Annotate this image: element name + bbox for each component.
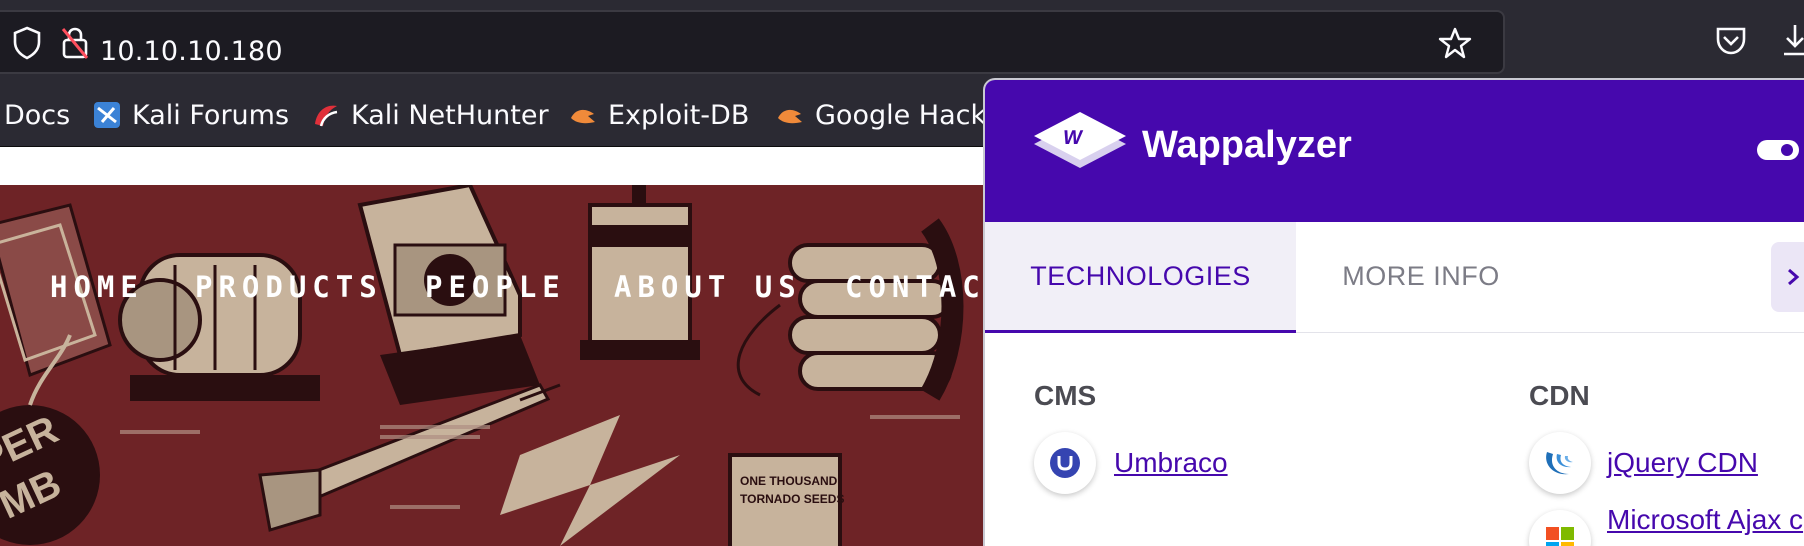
browser-toolbar: 10.10.10.180 [0,0,1804,84]
tech-umbraco-link[interactable]: Umbraco [1114,447,1228,479]
wappalyzer-brand: Wappalyzer [1142,124,1352,166]
export-button[interactable] [1771,242,1804,312]
nav-people[interactable]: PEOPLE [425,270,566,304]
download-icon[interactable] [1780,22,1804,58]
shield-icon[interactable] [12,26,42,60]
bookmark-label: Docs [4,99,71,131]
page-top-strip [0,147,1000,185]
exploit-db-icon [571,109,595,124]
nav-home[interactable]: HOME [50,270,144,304]
svg-text:ONE THOUSAND: ONE THOUSAND [740,474,838,488]
svg-text:W: W [1061,127,1084,149]
bookmark-label: Kali NetHunter [351,99,549,131]
insecure-lock-icon[interactable] [60,26,90,60]
nav-contact[interactable]: CONTACT [845,270,1000,304]
bookmark-label: Kali Forums [132,99,290,131]
svg-text:TORNADO SEEDS: TORNADO SEEDS [740,492,844,506]
wappalyzer-logo-icon: W [1034,112,1126,168]
microsoft-icon [1529,510,1591,546]
umbraco-icon [1034,432,1096,494]
url-bar[interactable]: 10.10.10.180 [0,10,1505,74]
jquery-icon [1529,432,1591,494]
tab-more-info-label: MORE INFO [1342,260,1500,291]
exploit-db-icon [778,109,802,124]
category-cms-title: CMS [1034,380,1097,411]
nav-products[interactable]: PRODUCTS [195,270,383,304]
popup-header: W Wappalyzer [985,80,1804,222]
wappalyzer-popup: W Wappalyzer TECHNOLOGIES MORE INFO CMS [983,78,1804,546]
tab-technologies[interactable]: TECHNOLOGIES [985,222,1296,333]
bookmark-kali-forums[interactable]: Kali Forums [92,84,289,146]
kali-forums-icon [94,102,120,128]
url-text[interactable]: 10.10.10.180 [100,36,283,67]
tab-technologies-label: TECHNOLOGIES [1030,260,1251,291]
pocket-icon[interactable] [1714,25,1748,57]
popup-tabs: TECHNOLOGIES MORE INFO [985,222,1804,333]
bookmark-kali-nethunter[interactable]: Kali NetHunter [311,84,549,146]
export-icon [1788,268,1800,286]
hero-illustration: PER MB ONE THOUSAND TORNADO SEEDS [0,185,964,546]
tech-umbraco[interactable]: Umbraco [1034,432,1228,494]
tech-microsoft-ajax-cdn[interactable]: Microsoft Ajax c [1529,504,1803,546]
tech-microsoft-ajax-link[interactable]: Microsoft Ajax c [1607,504,1803,536]
bookmark-google-hacking[interactable]: Google Hack [775,84,986,146]
bookmark-docs[interactable]: Docs [4,84,70,146]
bookmark-label: Google Hack [815,99,987,131]
enable-toggle[interactable] [1755,138,1801,162]
category-cdn-title: CDN [1529,380,1590,411]
bookmark-label: Exploit-DB [608,99,750,131]
hero-banner: PER MB ONE THOUSAND TORNADO SEEDS HOME P… [0,185,1000,546]
nav-about-us[interactable]: ABOUT US [614,270,802,304]
bookmark-exploit-db[interactable]: Exploit-DB [568,84,749,146]
bookmark-star-icon[interactable] [1438,26,1472,60]
tech-jquery-cdn-link[interactable]: jQuery CDN [1607,447,1758,479]
tech-jquery-cdn[interactable]: jQuery CDN [1529,432,1758,494]
tab-more-info[interactable]: MORE INFO [1296,222,1546,330]
kali-nethunter-icon [315,105,338,127]
